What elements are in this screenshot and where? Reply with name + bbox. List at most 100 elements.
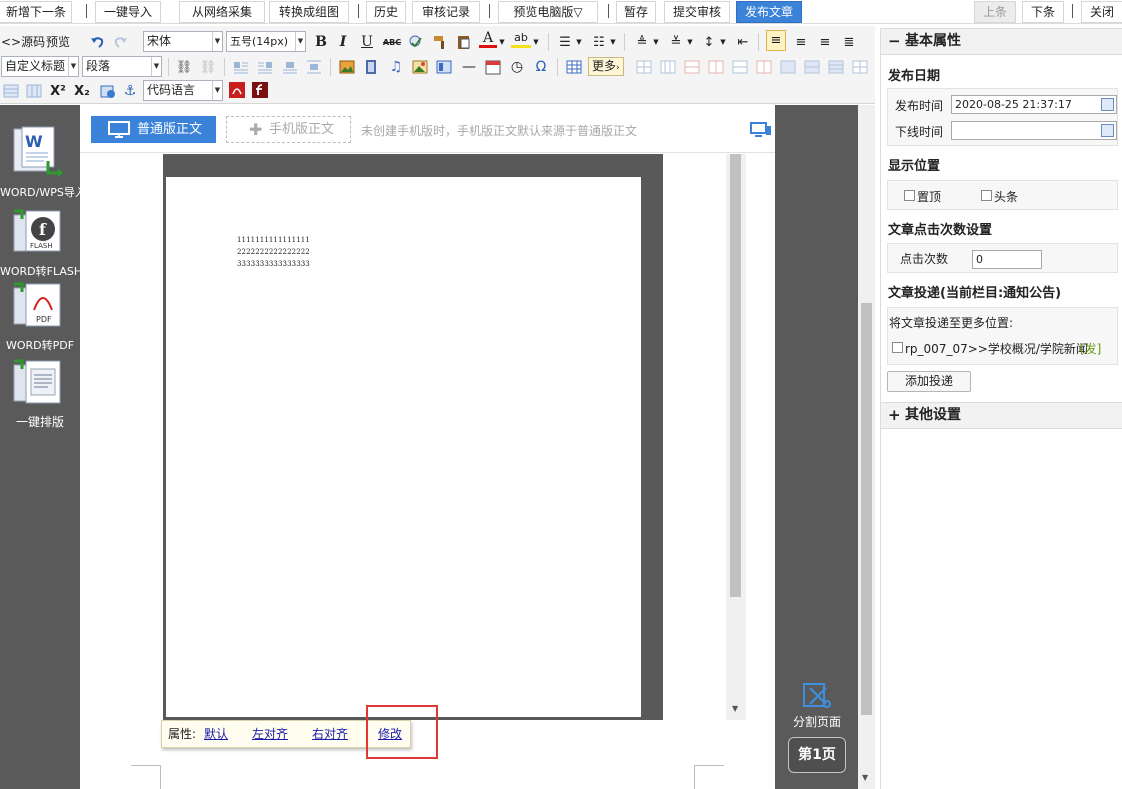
- insert-date-icon[interactable]: [485, 59, 501, 75]
- align-justify-icon[interactable]: ≣: [840, 31, 858, 53]
- one-click-import-button[interactable]: 一键导入: [95, 1, 161, 23]
- italic-icon[interactable]: I: [334, 31, 352, 53]
- pdf-icon[interactable]: [229, 82, 245, 98]
- word-import-tool[interactable]: W WORD/WPS导入: [0, 125, 86, 200]
- click-count-input[interactable]: 0: [972, 250, 1042, 269]
- insert-music-icon[interactable]: ♫: [387, 56, 405, 78]
- cell-props-icon[interactable]: [804, 59, 820, 75]
- insert-attachment-icon[interactable]: [100, 83, 116, 99]
- attr-default-link[interactable]: 默认: [204, 721, 228, 747]
- document-scrollbar-thumb[interactable]: [730, 154, 741, 597]
- preview-button[interactable]: 预览: [46, 30, 70, 52]
- underline-icon[interactable]: U: [358, 31, 376, 53]
- history-button[interactable]: 历史: [366, 1, 406, 23]
- calendar-icon[interactable]: [1101, 124, 1114, 137]
- custom-heading-select[interactable]: 自定义标题 ▼: [1, 56, 79, 77]
- subscript-icon[interactable]: X₂: [72, 80, 92, 102]
- font-size-select[interactable]: 五号(14px) ▼: [226, 31, 306, 52]
- calendar-icon[interactable]: [1101, 98, 1114, 111]
- special-char-icon[interactable]: Ω: [532, 56, 550, 78]
- horizontal-rule-icon[interactable]: —: [460, 56, 478, 78]
- table-split-icon[interactable]: [756, 59, 772, 75]
- chevron-down-icon[interactable]: ▼: [686, 31, 694, 53]
- new-next-button[interactable]: 新增下一条: [0, 1, 72, 23]
- insert-table-icon[interactable]: [566, 59, 582, 75]
- attr-align-right-link[interactable]: 右对齐: [312, 721, 348, 747]
- offline-time-input[interactable]: [951, 121, 1117, 140]
- chevron-down-icon[interactable]: ▼: [609, 31, 617, 53]
- scroll-down-arrow-icon[interactable]: ▼: [862, 773, 868, 782]
- tab-normal-content[interactable]: 普通版正文: [91, 116, 216, 143]
- publish-button[interactable]: 发布文章: [736, 1, 802, 23]
- scroll-down-arrow-icon[interactable]: ▼: [732, 704, 738, 713]
- undo-icon[interactable]: [89, 34, 105, 50]
- chevron-down-icon[interactable]: ▼: [498, 31, 506, 53]
- format-painter-icon[interactable]: [432, 34, 448, 50]
- highlight-color-icon[interactable]: ab: [511, 30, 531, 48]
- save-draft-button[interactable]: 暂存: [616, 1, 656, 23]
- next-button[interactable]: 下条: [1022, 1, 1064, 23]
- bold-icon[interactable]: B: [312, 31, 330, 53]
- superscript-icon[interactable]: X²: [48, 80, 68, 102]
- spellcheck-icon[interactable]: [407, 34, 423, 50]
- prev-button[interactable]: 上条: [974, 1, 1016, 23]
- table-delete-icon[interactable]: [828, 59, 844, 75]
- table-delete-row-icon[interactable]: [684, 59, 700, 75]
- ordered-list-icon[interactable]: ☰: [556, 31, 574, 53]
- word-to-flash-tool[interactable]: f FLASH WORD转FLASH: [0, 207, 82, 282]
- redo-icon[interactable]: [113, 34, 129, 50]
- unlink-icon[interactable]: ⛓: [199, 56, 217, 78]
- publish-time-input[interactable]: 2020-08-25 21:37:17: [951, 95, 1117, 114]
- flash-icon[interactable]: [252, 82, 268, 98]
- paragraph-spacing-bottom-icon[interactable]: ≚: [667, 31, 685, 53]
- tab-mobile-content[interactable]: ✚ 手机版正文: [226, 116, 351, 143]
- chevron-down-icon[interactable]: ▼: [652, 31, 660, 53]
- image-float-right-icon[interactable]: [257, 59, 273, 75]
- table-merge-icon[interactable]: [732, 59, 748, 75]
- font-color-icon[interactable]: A: [479, 30, 497, 48]
- device-switch-icon[interactable]: [750, 121, 772, 137]
- paste-text-icon[interactable]: [456, 34, 472, 50]
- table-insert-col-icon[interactable]: [660, 59, 676, 75]
- to-gallery-button[interactable]: 转换成组图: [269, 1, 349, 23]
- insert-frame-icon[interactable]: [436, 59, 452, 75]
- line-height-icon[interactable]: ↕: [700, 31, 718, 53]
- clear-format-icon[interactable]: [26, 83, 42, 99]
- paragraph-spacing-top-icon[interactable]: ≜: [633, 31, 651, 53]
- one-click-layout-tool[interactable]: 一键排版: [0, 357, 80, 432]
- insert-video-icon[interactable]: [363, 59, 379, 75]
- source-code-button[interactable]: <>源码: [1, 30, 45, 52]
- unordered-list-icon[interactable]: ☷: [590, 31, 608, 53]
- close-button[interactable]: 关闭: [1081, 1, 1122, 23]
- insert-time-icon[interactable]: ◷: [508, 56, 526, 78]
- headline-checkbox[interactable]: [981, 190, 992, 201]
- editor-scrollbar-thumb[interactable]: [861, 303, 872, 715]
- table-delete-col-icon[interactable]: [708, 59, 724, 75]
- table-border-icon[interactable]: [852, 59, 868, 75]
- word-to-pdf-tool[interactable]: PDF WORD转PDF: [0, 280, 80, 355]
- add-delivery-button[interactable]: 添加投递: [887, 371, 971, 392]
- basic-props-header[interactable]: − 基本属性: [881, 28, 1122, 55]
- chevron-down-icon[interactable]: ▼: [575, 31, 583, 53]
- image-inline-icon[interactable]: [282, 59, 298, 75]
- document-page[interactable]: 1111111111111111 2222222222222222 333333…: [166, 177, 641, 717]
- align-right-icon[interactable]: ≡: [816, 31, 834, 53]
- chevron-down-icon[interactable]: ▼: [532, 31, 540, 53]
- anchor-icon[interactable]: ⚓: [121, 80, 139, 102]
- font-family-select[interactable]: 宋体 ▼: [143, 31, 223, 52]
- submit-review-button[interactable]: 提交审核: [664, 1, 730, 23]
- select-all-icon[interactable]: [3, 83, 19, 99]
- insert-image-icon[interactable]: [339, 59, 355, 75]
- attr-align-left-link[interactable]: 左对齐: [252, 721, 288, 747]
- paragraph-select[interactable]: 段落 ▼: [82, 56, 162, 77]
- pin-top-checkbox[interactable]: [904, 190, 915, 201]
- split-page-button[interactable]: 分割页面: [787, 682, 847, 730]
- image-center-icon[interactable]: [306, 59, 322, 75]
- more-button[interactable]: 更多›: [588, 57, 624, 76]
- align-left-icon[interactable]: ≡: [766, 30, 786, 51]
- strikethrough-icon[interactable]: ABC: [382, 31, 402, 53]
- delivery-item-tag[interactable]: [发]: [1080, 340, 1101, 357]
- delivery-item-checkbox[interactable]: [892, 342, 903, 353]
- link-icon[interactable]: ⛓: [175, 56, 193, 78]
- code-language-select[interactable]: 代码语言 ▼: [143, 80, 223, 101]
